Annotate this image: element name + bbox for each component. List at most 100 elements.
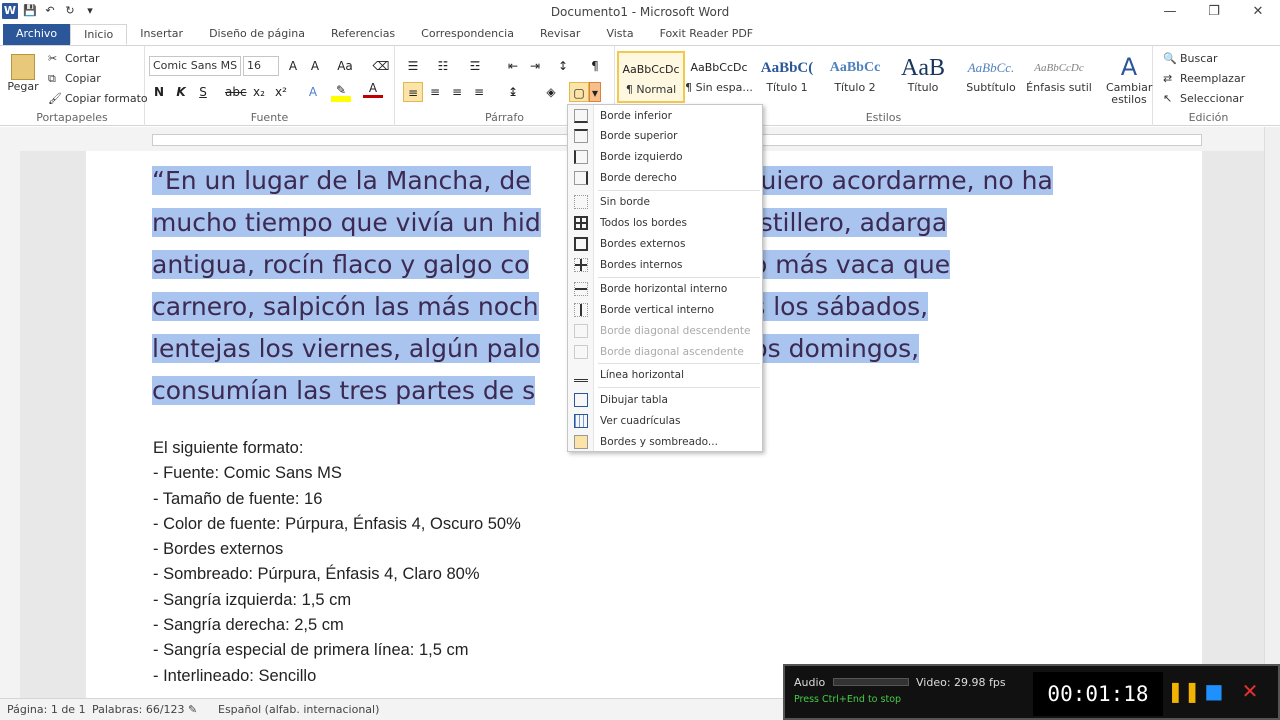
menu-item-right-border[interactable]: Borde derecho (568, 168, 762, 188)
style-no-spacing[interactable]: AaBbCcDc ¶ Sin espa... (685, 51, 753, 103)
bold-icon[interactable]: N (149, 82, 169, 102)
change-case-icon[interactable]: Aa (335, 56, 355, 76)
borders-icon[interactable]: ▢ (569, 82, 589, 102)
tab-correspondencia[interactable]: Correspondencia (408, 24, 527, 45)
cut-button[interactable]: ✂ Cortar (48, 52, 100, 66)
tab-inicio[interactable]: Inicio (70, 24, 128, 45)
all-borders-icon (574, 216, 588, 230)
sort-icon[interactable]: ↕ (553, 56, 573, 76)
minimize-button[interactable]: — (1148, 0, 1192, 24)
multilevel-list-icon[interactable]: ☲ (465, 56, 485, 76)
align-center-icon[interactable]: ≡ (425, 82, 445, 102)
audio-level-meter (833, 678, 909, 686)
style-title[interactable]: AaB Título (889, 51, 957, 103)
pause-icon[interactable]: ❚❚ (1167, 680, 1201, 702)
stop-hint: Press Ctrl+End to stop (794, 694, 902, 705)
increase-indent-icon[interactable]: ⇥ (525, 56, 545, 76)
paste-button[interactable]: Pegar (6, 54, 40, 93)
close-button[interactable]: ✕ (1236, 0, 1280, 24)
style-subtitle[interactable]: AaBbCc. Subtítulo (957, 51, 1025, 103)
word-count[interactable]: Palabras: 66/123 (92, 703, 185, 716)
strikethrough-icon[interactable]: abc (225, 82, 247, 102)
find-button[interactable]: 🔍 Buscar (1163, 52, 1218, 66)
menu-item-inside-horizontal[interactable]: Borde horizontal interno (568, 279, 762, 299)
shading-icon[interactable]: ◈ (541, 82, 561, 102)
grow-font-icon[interactable]: A (283, 56, 303, 76)
menu-item-outside-borders[interactable]: Bordes externos (568, 234, 762, 254)
style-heading-1[interactable]: AaBbC(Título 1 (753, 51, 821, 103)
tab-insertar[interactable]: Insertar (127, 24, 196, 45)
diagonal-up-border-icon (574, 345, 588, 359)
style-heading-2[interactable]: AaBbCc Título 2 (821, 51, 889, 103)
format-list[interactable]: El siguiente formato: - Fuente: Comic Sa… (153, 436, 521, 689)
superscript-icon[interactable]: x² (271, 82, 291, 102)
restore-button[interactable]: ❐ (1192, 0, 1236, 24)
tab-referencias[interactable]: Referencias (318, 24, 408, 45)
clipboard-group: Pegar ✂ Cortar ⧉ Copiar 🖌 Copiar formato Po… (0, 46, 148, 126)
language-status[interactable]: Español (alfab. internacional) (218, 703, 379, 716)
stop-icon[interactable]: ■ (1203, 680, 1225, 702)
list-item: - Color de fuente: Púrpura, Énfasis 4, O… (153, 514, 521, 533)
bottom-border-icon (574, 109, 588, 123)
line-spacing-icon[interactable]: ↨ (503, 82, 523, 102)
show-marks-icon[interactable]: ¶ (585, 56, 605, 76)
clear-format-icon[interactable]: ⌫ (371, 56, 391, 76)
menu-item-bottom-border[interactable]: Borde inferior (568, 106, 762, 126)
justify-icon[interactable]: ≡ (469, 82, 489, 102)
text-effects-icon[interactable]: A (303, 82, 323, 102)
page-count[interactable]: Página: 1 de 1 (7, 703, 86, 716)
vertical-scrollbar[interactable] (1264, 127, 1280, 698)
menu-item-inside-borders[interactable]: Bordes internos (568, 255, 762, 275)
font-color-icon[interactable]: A (363, 80, 383, 98)
align-right-icon[interactable]: ≡ (447, 82, 467, 102)
replace-button[interactable]: ⇄ Reemplazar (1163, 72, 1245, 86)
style-normal[interactable]: AaBbCcDc ¶ Normal (617, 51, 685, 103)
menu-item-view-gridlines[interactable]: Ver cuadrículas (568, 411, 762, 431)
subscript-icon[interactable]: x₂ (249, 82, 269, 102)
tab-foxit[interactable]: Foxit Reader PDF (647, 24, 767, 45)
right-border-icon (574, 171, 588, 185)
numbering-icon[interactable]: ☷ (433, 56, 453, 76)
style-subtle-emphasis[interactable]: AaBbCcDc Énfasis sutil (1025, 51, 1093, 103)
borders-menu: Borde inferior Borde superior Borde izqu… (567, 104, 763, 452)
change-styles-button[interactable]: A Cambiar estilos (1106, 52, 1152, 106)
menu-item-inside-vertical[interactable]: Borde vertical interno (568, 300, 762, 320)
menu-item-no-border[interactable]: Sin borde (568, 192, 762, 212)
shrink-font-icon[interactable]: A (305, 56, 325, 76)
menu-item-top-border[interactable]: Borde superior (568, 126, 762, 146)
menu-item-borders-shading[interactable]: Bordes y sombreado... (568, 432, 762, 452)
tab-vista[interactable]: Vista (593, 24, 646, 45)
list-item: - Interlineado: Sencillo (153, 666, 317, 685)
list-item: - Sangría derecha: 2,5 cm (153, 616, 344, 635)
vertical-ruler[interactable] (0, 151, 20, 698)
align-left-icon[interactable]: ≡ (403, 82, 423, 102)
inside-vertical-border-icon (574, 303, 588, 317)
underline-icon[interactable]: S (193, 82, 213, 102)
editing-group: 🔍 Buscar ⇄ Reemplazar ↖ Seleccionar Edición (1153, 46, 1264, 126)
list-item: - Sangría especial de primera línea: 1,5… (153, 641, 469, 660)
format-painter-button[interactable]: 🖌 Copiar formato (48, 92, 148, 106)
font-family-combo[interactable]: Comic Sans MS (149, 56, 241, 76)
diagonal-down-border-icon (574, 324, 588, 338)
font-size-combo[interactable]: 16 (243, 56, 279, 76)
menu-item-horizontal-line[interactable]: Línea horizontal (568, 365, 762, 385)
menu-item-left-border[interactable]: Borde izquierdo (568, 147, 762, 167)
menu-item-draw-table[interactable]: Dibujar tabla (568, 390, 762, 410)
tab-diseno-pagina[interactable]: Diseño de página (196, 24, 318, 45)
list-item: El siguiente formato: (153, 439, 304, 457)
italic-icon[interactable]: K (171, 82, 191, 102)
replace-icon: ⇄ (1163, 72, 1173, 85)
copy-button[interactable]: ⧉ Copiar (48, 72, 101, 86)
tab-archivo[interactable]: Archivo (3, 24, 71, 45)
close-recorder-icon[interactable]: ✕ (1239, 680, 1261, 702)
copy-icon: ⧉ (48, 72, 56, 85)
borders-dropdown-icon[interactable]: ▾ (589, 82, 601, 102)
font-label: Fuente (250, 111, 289, 124)
bullets-icon[interactable]: ☰ (403, 56, 423, 76)
decrease-indent-icon[interactable]: ⇤ (503, 56, 523, 76)
menu-item-all-borders[interactable]: Todos los bordes (568, 213, 762, 233)
tab-revisar[interactable]: Revisar (527, 24, 593, 45)
proofing-icon[interactable]: ✎ (188, 703, 197, 716)
outside-borders-icon (574, 237, 588, 251)
select-button[interactable]: ↖ Seleccionar (1163, 92, 1244, 106)
